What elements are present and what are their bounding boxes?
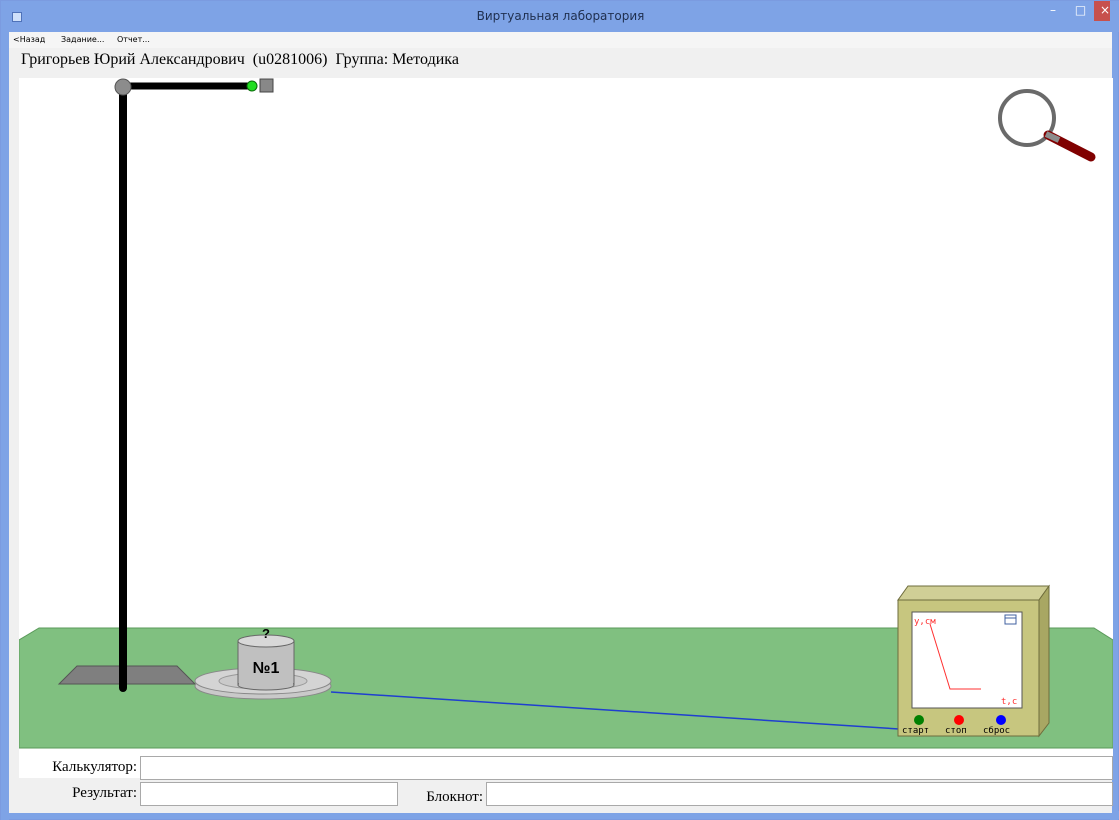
weight-question-mark: ? [262, 626, 270, 641]
reset-button-label[interactable]: сброс [983, 725, 1010, 736]
calculator-input[interactable] [140, 756, 1113, 780]
window-title: Виртуальная лаборатория [476, 9, 645, 23]
notepad-label: Блокнот: [426, 789, 483, 805]
scope-expand-icon[interactable] [1004, 614, 1017, 625]
window-frame-left [1, 1, 9, 820]
maximize-button[interactable]: □ [1067, 1, 1094, 21]
menu-back[interactable]: <Назад [13, 35, 45, 44]
arm-clamp[interactable] [259, 78, 274, 93]
user-info: Григорьев Юрий Александрович (u0281006) Гр… [21, 51, 467, 69]
scope-side-face [1038, 584, 1050, 738]
start-button-label[interactable]: старт [902, 726, 929, 736]
title-bar[interactable]: Виртуальная лаборатория – □ × [1, 1, 1119, 32]
scope-y-label: y,см [914, 617, 936, 627]
app-window: Виртуальная лаборатория – □ × <Назад Зад… [0, 0, 1119, 820]
start-button[interactable] [914, 715, 924, 725]
stop-button-label[interactable]: стоп [945, 726, 967, 736]
result-label: Результат: [72, 785, 137, 801]
lab-scene: №1 ? y,см t,с старт стоп сброс [19, 78, 1113, 749]
reset-button[interactable] [996, 715, 1006, 725]
stop-button[interactable] [954, 715, 964, 725]
weight-label: №1 [253, 660, 280, 677]
menu-task[interactable]: Задание... [61, 35, 104, 44]
stand-joint[interactable] [114, 78, 132, 96]
result-input[interactable] [140, 782, 398, 806]
client-area: <Назад Задание... Отчет... Григорьев Юри… [9, 32, 1113, 813]
arm-green-knob[interactable] [246, 80, 258, 92]
user-group: Группа: Методика [335, 51, 459, 68]
calculator-label: Калькулятор: [52, 759, 137, 775]
menu-report[interactable]: Отчет... [117, 35, 150, 44]
minimize-button[interactable]: – [1040, 1, 1066, 21]
menu-bar: <Назад Задание... Отчет... [9, 32, 1112, 48]
user-name: Григорьев Юрий Александрович [21, 51, 245, 68]
scope-top-face [897, 585, 1050, 601]
user-id: (u0281006) [252, 51, 328, 68]
lab-canvas[interactable]: №1 ? y,см t,с старт стоп сброс [19, 78, 1113, 778]
notepad-input[interactable] [486, 782, 1113, 806]
scope-t-label: t,с [1001, 697, 1017, 707]
